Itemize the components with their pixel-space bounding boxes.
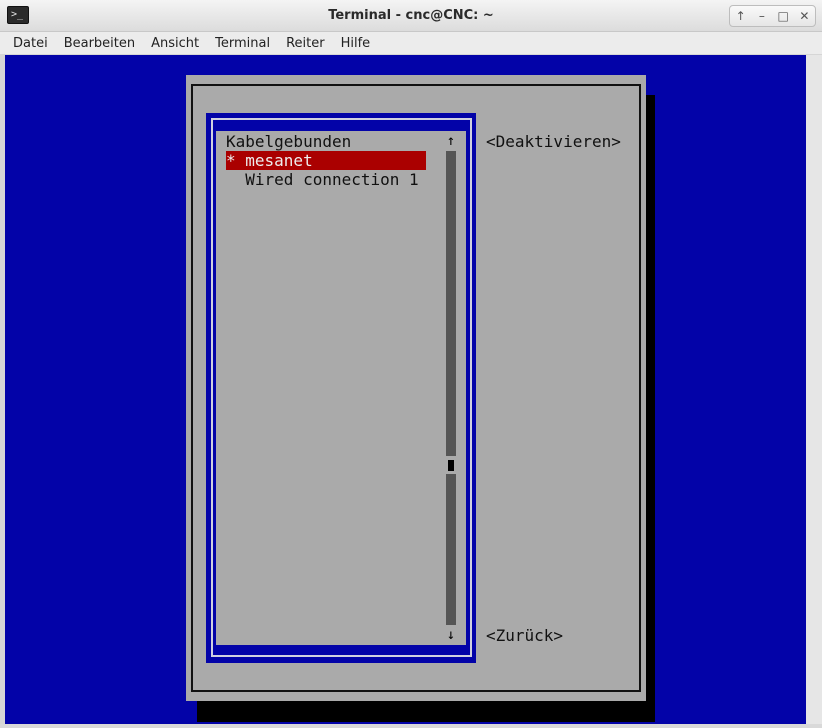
- scroll-down-arrow-icon[interactable]: ↓: [445, 627, 457, 644]
- menu-terminal[interactable]: Terminal: [215, 36, 270, 51]
- list-item-wired-connection-1[interactable]: Wired connection 1: [226, 170, 418, 189]
- list-item-mesanet[interactable]: * mesanet: [226, 151, 426, 170]
- window-controls: ↑ – □ ✕: [729, 5, 816, 27]
- menu-ansicht[interactable]: Ansicht: [151, 36, 199, 51]
- window-titlebar[interactable]: >_ Terminal - cnc@CNC: ~ ↑ – □ ✕: [0, 0, 822, 32]
- window-bottom-border: [0, 724, 822, 728]
- shade-icon[interactable]: ↑: [732, 9, 750, 23]
- terminal-scrollbar[interactable]: [806, 55, 822, 728]
- menu-hilfe[interactable]: Hilfe: [341, 36, 371, 51]
- listbox-content: [216, 131, 466, 645]
- back-button[interactable]: <Zurück>: [486, 626, 563, 645]
- menu-reiter[interactable]: Reiter: [286, 36, 325, 51]
- window-title: Terminal - cnc@CNC: ~: [328, 8, 494, 23]
- list-group-header: Kabelgebunden: [226, 132, 352, 151]
- menubar: Datei Bearbeiten Ansicht Terminal Reiter…: [0, 32, 822, 54]
- maximize-icon[interactable]: □: [774, 9, 792, 23]
- menu-datei[interactable]: Datei: [13, 36, 48, 51]
- list-scroll-thumb[interactable]: [448, 460, 454, 471]
- scroll-up-arrow-icon[interactable]: ↑: [445, 133, 457, 150]
- deactivate-button[interactable]: <Deaktivieren>: [486, 132, 621, 151]
- menu-bearbeiten[interactable]: Bearbeiten: [64, 36, 135, 51]
- list-scroll-track[interactable]: [446, 151, 456, 625]
- close-icon[interactable]: ✕: [795, 9, 813, 23]
- minimize-icon[interactable]: –: [753, 9, 771, 23]
